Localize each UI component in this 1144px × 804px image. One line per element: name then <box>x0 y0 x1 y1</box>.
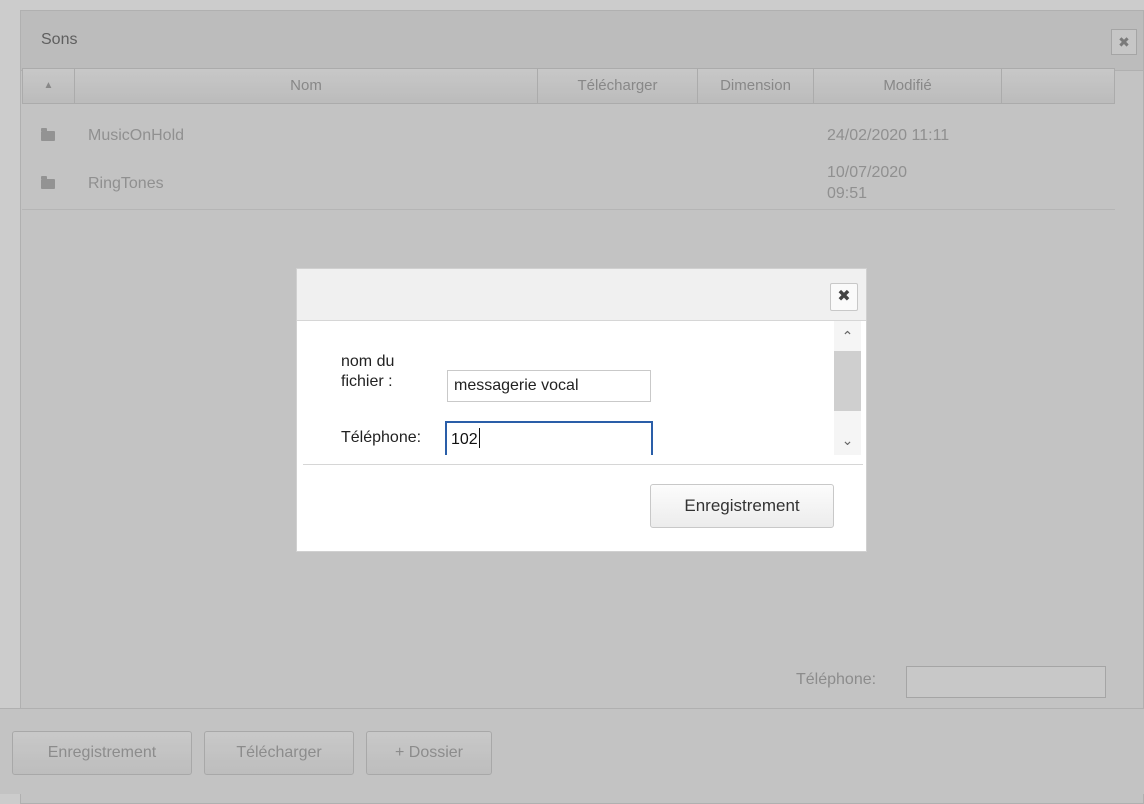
record-dialog: ✖ nom du fichier : messagerie vocal Télé… <box>296 268 867 552</box>
dialog-divider <box>303 464 863 465</box>
dialog-scrollbar[interactable]: ⌃ ⌄ <box>834 321 861 455</box>
scroll-down-icon[interactable]: ⌄ <box>834 429 861 451</box>
filename-label: nom du fichier : <box>341 353 395 390</box>
dialog-close-button[interactable]: ✖ <box>830 283 858 311</box>
phone-input-value: 102 <box>451 431 478 448</box>
scrollbar-thumb[interactable] <box>834 351 861 411</box>
dialog-header: ✖ <box>297 269 866 321</box>
dialog-body: nom du fichier : messagerie vocal Téléph… <box>297 321 867 455</box>
scroll-up-icon[interactable]: ⌃ <box>834 325 861 347</box>
text-caret <box>478 428 480 448</box>
dialog-record-button[interactable]: Enregistrement <box>650 484 834 528</box>
phone-input[interactable]: 102 <box>445 421 653 455</box>
filename-input[interactable]: messagerie vocal <box>447 370 651 402</box>
phone-label: Téléphone: <box>341 429 422 446</box>
